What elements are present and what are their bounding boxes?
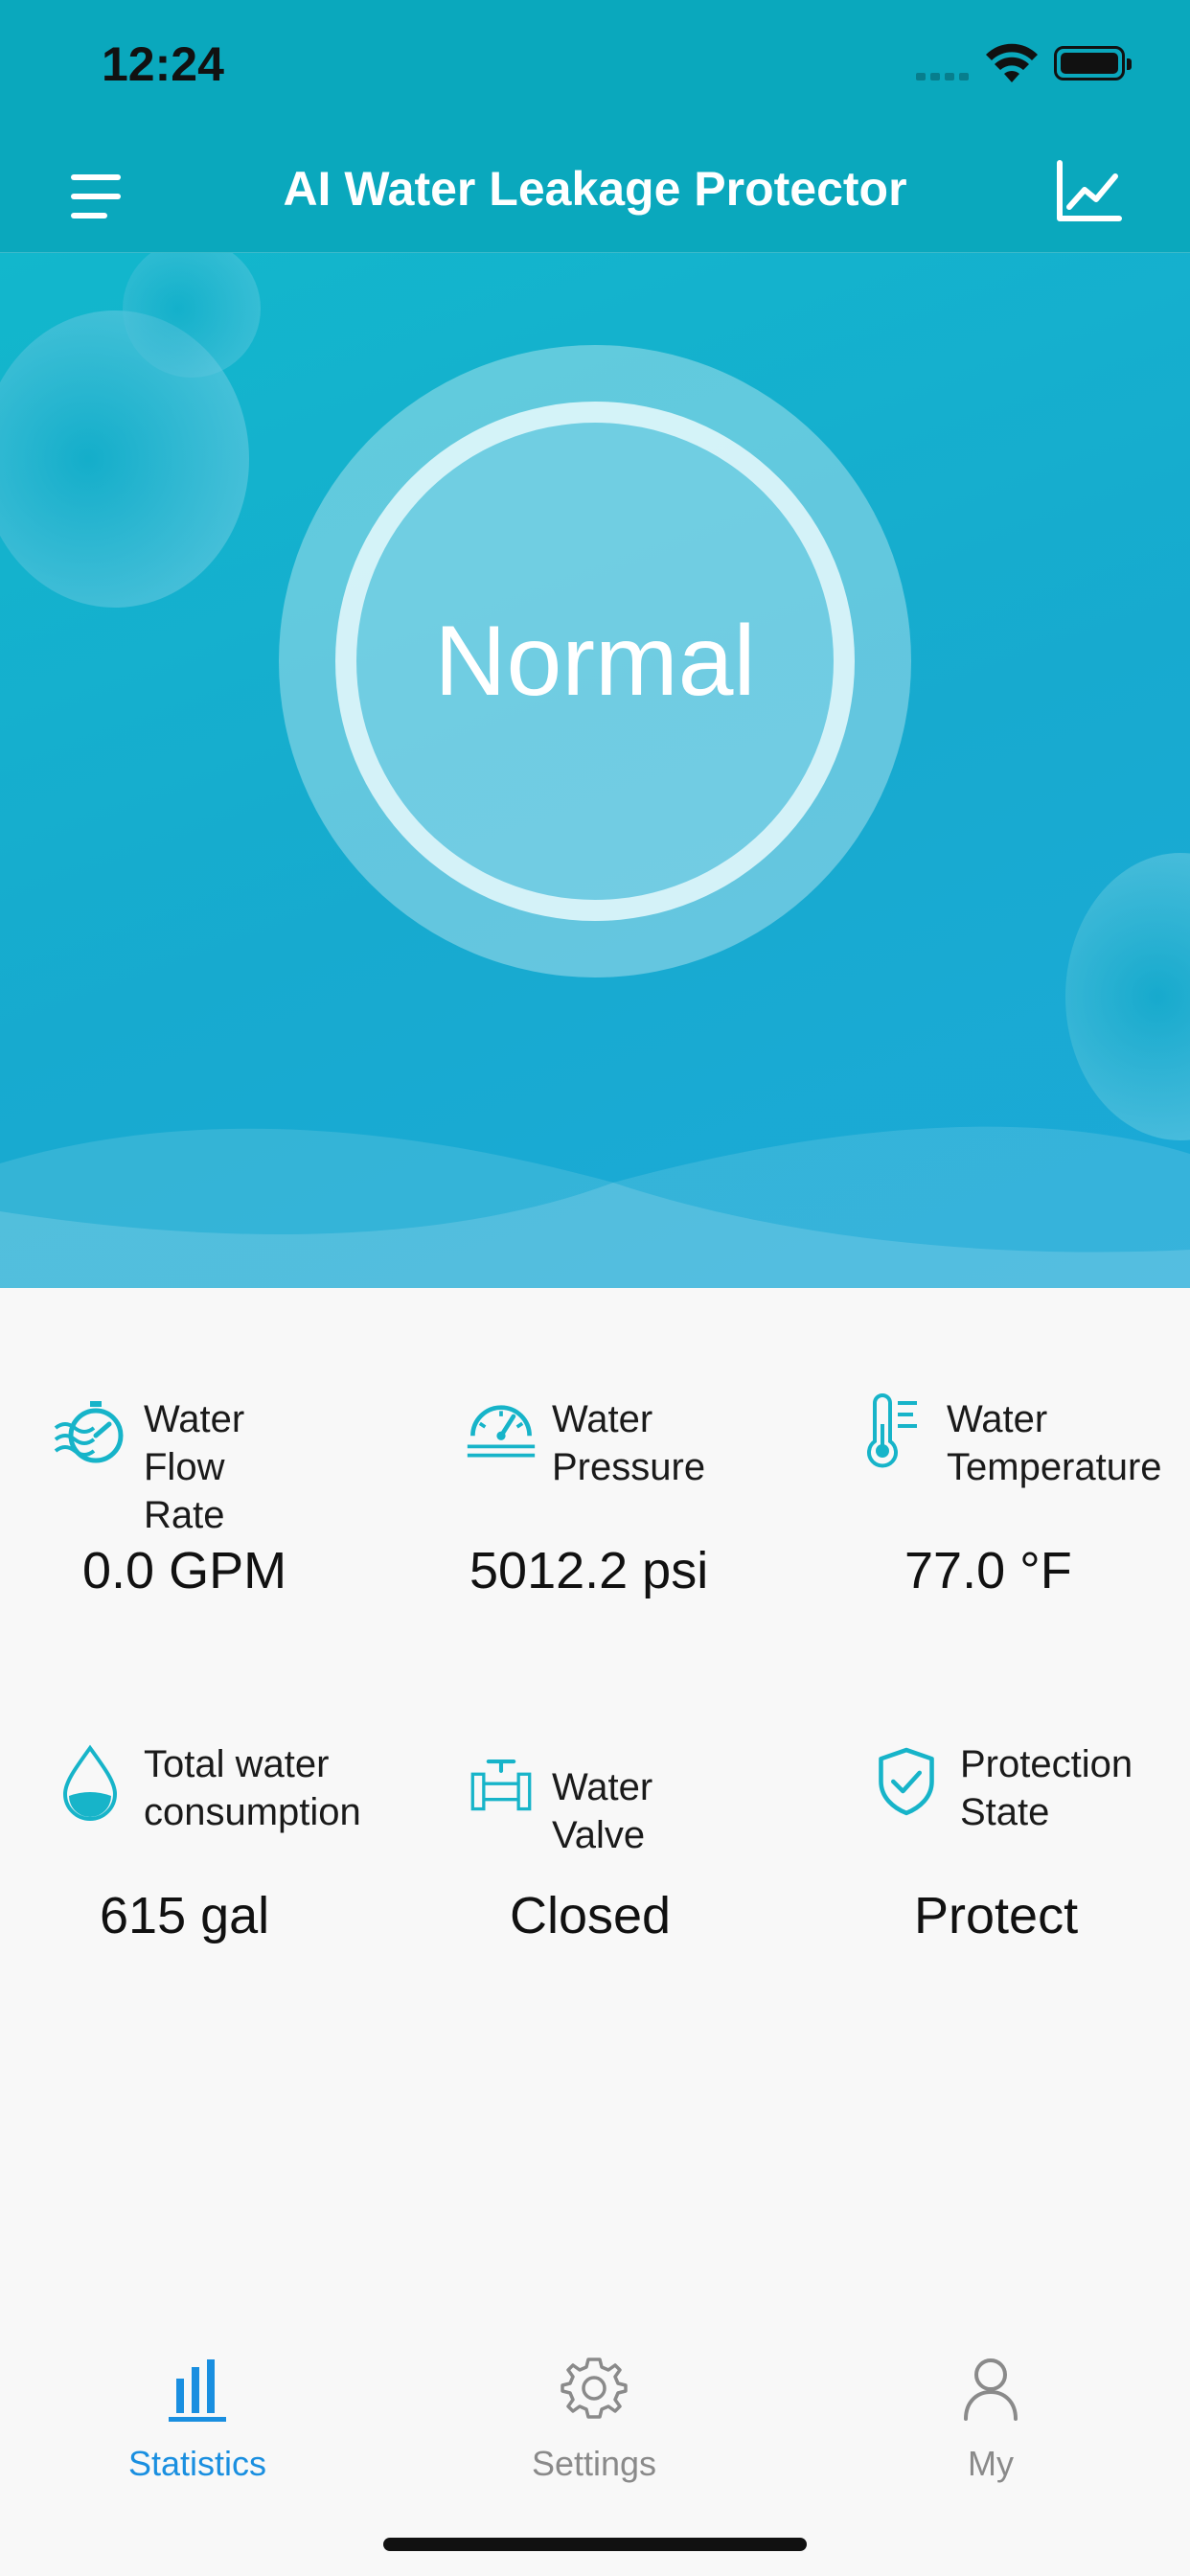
thermometer-icon xyxy=(867,1393,917,1468)
pressure-gauge-icon xyxy=(467,1405,536,1458)
stat-value: Closed xyxy=(510,1887,672,1944)
navigation-bar: AI Water Leakage Protector xyxy=(0,126,1190,253)
tab-label: Settings xyxy=(531,2444,657,2483)
decor-bubble xyxy=(1065,853,1190,1140)
page-title: AI Water Leakage Protector xyxy=(283,162,907,216)
stat-label: Water Temperature xyxy=(947,1398,1162,1488)
person-icon xyxy=(964,2358,1018,2421)
tab-label: My xyxy=(968,2444,1014,2483)
stat-label: Total water consumption xyxy=(144,1743,361,1833)
statistics-icon xyxy=(169,2359,226,2422)
battery-icon xyxy=(1054,46,1132,80)
tab-label: Statistics xyxy=(127,2444,267,2483)
line-chart-icon[interactable] xyxy=(1050,153,1127,230)
tab-settings[interactable]: Settings xyxy=(469,2354,719,2507)
wave-decoration xyxy=(0,1126,1190,1288)
valve-icon xyxy=(470,1760,532,1811)
cellular-signal-icon xyxy=(916,73,970,80)
status-bar: 12:24 xyxy=(0,0,1190,126)
stat-label: Water Flow Rate xyxy=(144,1398,245,1536)
flow-rate-icon xyxy=(54,1401,124,1463)
stat-label: Protection State xyxy=(960,1743,1133,1833)
stat-value: 77.0 °F xyxy=(904,1542,1072,1599)
status-label: Normal xyxy=(434,605,756,717)
wifi-icon xyxy=(986,43,1038,82)
status-hero: Normal xyxy=(0,253,1190,1288)
status-time: 12:24 xyxy=(102,37,224,91)
stat-value: Protect xyxy=(914,1887,1079,1944)
tab-my[interactable]: My xyxy=(866,2354,1115,2507)
stat-label: Water Pressure xyxy=(552,1398,706,1488)
tab-statistics[interactable]: Statistics xyxy=(73,2354,322,2507)
stat-value: 0.0 GPM xyxy=(82,1542,287,1599)
stat-value: 5012.2 psi xyxy=(469,1542,709,1599)
shield-check-icon xyxy=(879,1747,934,1816)
stat-label: Water Valve xyxy=(552,1766,653,1856)
water-drop-icon xyxy=(62,1744,118,1821)
gear-icon xyxy=(561,2358,628,2419)
home-indicator[interactable] xyxy=(383,2538,807,2551)
stat-value: 615 gal xyxy=(100,1887,270,1944)
stats-grid: Water Flow Rate 0.0 GPM Water Pressure 5… xyxy=(0,1288,1190,2342)
